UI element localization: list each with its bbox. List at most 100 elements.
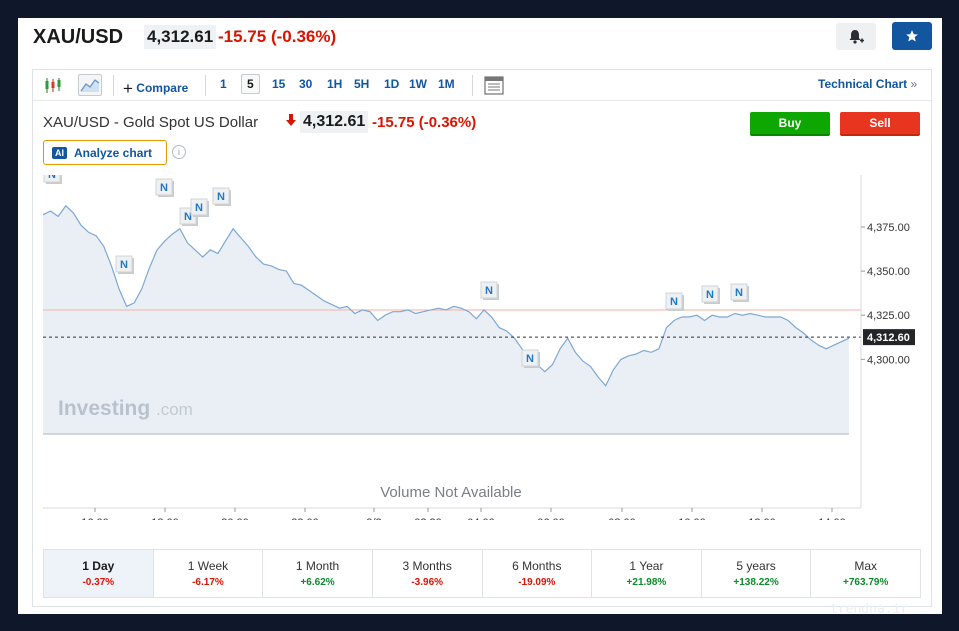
period-change: -19.09%: [518, 577, 556, 588]
x-tick-label: 20:00: [221, 517, 249, 520]
volume-not-available: Volume Not Available: [380, 484, 521, 501]
period-label: 3 Months: [402, 559, 452, 573]
chart-toolbar: + Compare 1 5 15 30 1H 5H 1D 1W 1M Techn…: [33, 70, 931, 101]
chart-card: + Compare 1 5 15 30 1H 5H 1D 1W 1M Techn…: [32, 69, 932, 607]
area-chart-toggle[interactable]: [78, 74, 102, 96]
interval-30[interactable]: 30: [299, 77, 312, 91]
period-change: +21.98%: [626, 577, 667, 588]
info-icon[interactable]: i: [172, 145, 186, 159]
footer-watermark: trendna.ir: [830, 602, 909, 617]
period-label: 5 years: [736, 559, 776, 573]
news-marker-label: N: [706, 289, 714, 301]
period-0[interactable]: 1 Day -0.37%: [44, 550, 154, 597]
period-label: 6 Months: [512, 559, 562, 573]
toolbar-divider: [472, 75, 473, 96]
instrument-title: XAU/USD - Gold Spot US Dollar: [43, 114, 259, 131]
price-chart[interactable]: Investing .com 4,375.00 4,350.00 4,325.00 4,3…: [33, 175, 933, 520]
double-chevron-right-icon: »: [910, 77, 918, 91]
buy-button[interactable]: Buy: [750, 112, 830, 136]
header-change: -15.75 (-0.36%): [218, 27, 336, 47]
compare-label: Compare: [136, 81, 189, 95]
table-view-icon[interactable]: [484, 76, 504, 95]
instrument-change: -15.75 (-0.36%): [372, 114, 476, 131]
news-marker-label: N: [120, 259, 128, 271]
down-arrow-icon: [286, 114, 296, 126]
interval-15[interactable]: 15: [272, 77, 285, 91]
interval-1[interactable]: 1: [220, 77, 227, 91]
header-change-pct: (-0.36%): [270, 27, 337, 46]
news-marker-label: N: [670, 296, 678, 308]
candlestick-icon[interactable]: [44, 77, 62, 94]
instrument-change-value: -15.75: [372, 114, 415, 131]
period-change: -3.96%: [411, 577, 444, 588]
x-tick-label: 9/2: [366, 517, 381, 520]
x-tick-label: 06:00: [537, 517, 565, 520]
period-change: -0.37%: [82, 577, 115, 588]
interval-1w[interactable]: 1W: [409, 77, 427, 91]
bell-plus-icon: [849, 29, 864, 44]
watchlist-button[interactable]: [892, 22, 932, 50]
y-tick-label: 4,300.00: [867, 354, 910, 366]
period-change: -6.17%: [192, 577, 224, 588]
interval-1d[interactable]: 1D: [384, 77, 399, 91]
quote-panel: XAU/USD 4,312.61 -15.75 (-0.36%) + Compa…: [18, 18, 942, 614]
news-marker-label: N: [526, 353, 534, 365]
period-5[interactable]: 1 Year +21.98%: [592, 550, 702, 597]
plus-icon: +: [123, 79, 133, 98]
star-icon: [906, 30, 918, 42]
period-change: +763.79%: [843, 577, 889, 588]
y-tick-label: 4,375.00: [867, 222, 910, 234]
period-4[interactable]: 6 Months -19.09%: [483, 550, 593, 597]
news-marker-label: N: [485, 285, 493, 297]
x-tick-label: 22:00: [291, 517, 319, 520]
toolbar-divider: [205, 75, 206, 96]
period-change: +138.22%: [733, 577, 779, 588]
period-6[interactable]: 5 years +138.22%: [702, 550, 812, 597]
analyze-chart-button[interactable]: AI Analyze chart: [43, 140, 167, 165]
news-marker-label: N: [160, 182, 168, 194]
instrument-change-pct: (-0.36%): [418, 114, 477, 131]
add-alert-button[interactable]: [836, 23, 876, 50]
news-marker-label: N: [735, 287, 743, 299]
interval-1h[interactable]: 1H: [327, 77, 342, 91]
x-tick-label: 18:00: [151, 517, 179, 520]
x-tick-label: 14:00: [818, 517, 846, 520]
period-1[interactable]: 1 Week -6.17%: [154, 550, 264, 597]
period-label: 1 Week: [187, 559, 229, 573]
symbol-title: XAU/USD: [33, 26, 124, 48]
performance-periods: 1 Day -0.37% 1 Week -6.17% 1 Month +6.62% 3 Mo…: [43, 549, 921, 598]
x-tick-label: 02:30: [414, 517, 442, 520]
interval-1m[interactable]: 1M: [438, 77, 455, 91]
technical-chart-label: Technical Chart: [818, 77, 908, 91]
period-3[interactable]: 3 Months -3.96%: [373, 550, 483, 597]
x-tick-label: 04:00: [467, 517, 495, 520]
chart-watermark-suffix: .com: [156, 400, 193, 419]
area-chart-icon: [80, 79, 100, 92]
interval-5h[interactable]: 5H: [354, 77, 369, 91]
sell-button[interactable]: Sell: [840, 112, 920, 136]
analyze-chart-label: Analyze chart: [74, 145, 153, 160]
period-label: Max: [854, 559, 878, 573]
technical-chart-link[interactable]: Technical Chart »: [818, 77, 917, 91]
news-marker-label: N: [48, 175, 56, 181]
period-label: 1 Year: [629, 559, 664, 573]
header-price: 4,312.61: [144, 25, 217, 49]
interval-5[interactable]: 5: [241, 74, 260, 94]
x-tick-label: 08:00: [608, 517, 636, 520]
last-price-label: 4,312.60: [867, 332, 910, 344]
instrument-price: 4,312.61: [300, 111, 369, 133]
period-2[interactable]: 1 Month +6.62%: [263, 550, 373, 597]
quote-header: XAU/USD 4,312.61 -15.75 (-0.36%): [18, 18, 942, 64]
news-marker-label: N: [195, 202, 203, 214]
header-change-value: -15.75: [218, 27, 267, 46]
x-tick-label: 10:00: [678, 517, 706, 520]
compare-button[interactable]: + Compare: [123, 77, 189, 98]
toolbar-divider: [113, 75, 114, 96]
y-tick-label: 4,325.00: [867, 310, 910, 322]
y-tick-label: 4,350.00: [867, 266, 910, 278]
x-tick-label: 12:00: [748, 517, 776, 520]
ai-icon: AI: [52, 146, 67, 159]
period-7[interactable]: Max +763.79%: [811, 550, 920, 597]
chart-watermark: Investing: [58, 397, 150, 420]
period-change: +6.62%: [300, 577, 335, 588]
